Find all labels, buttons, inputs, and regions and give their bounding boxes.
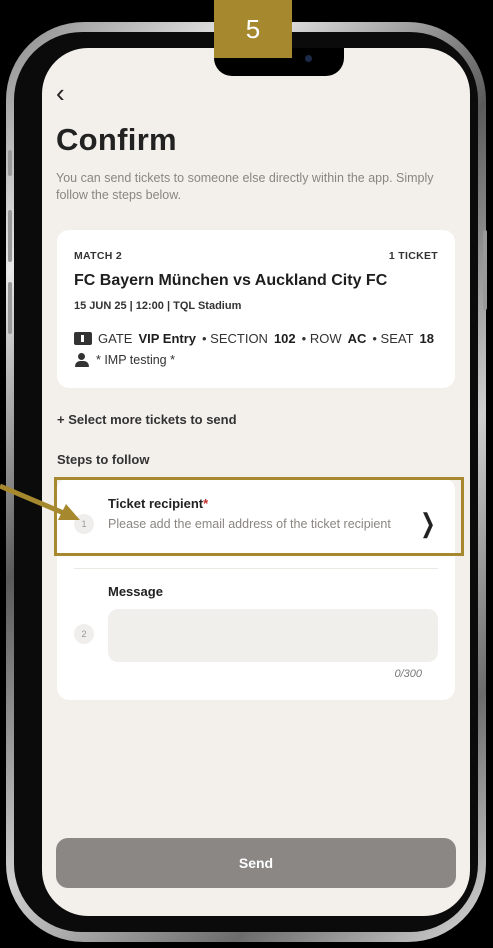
- seat-details: GATE VIP Entry • SECTION 102 • ROW AC • …: [74, 331, 434, 346]
- holder-name: * IMP testing *: [96, 353, 175, 367]
- ticket-count: 1 TICKET: [388, 250, 438, 262]
- steps-heading: Steps to follow: [57, 452, 150, 467]
- send-button[interactable]: Send: [56, 838, 456, 888]
- ticket-icon: [74, 332, 92, 345]
- gate-label: GATE: [98, 331, 133, 346]
- ticket-holder: * IMP testing *: [74, 353, 175, 367]
- phone-side-button: [8, 282, 12, 334]
- page-title: Confirm: [56, 122, 177, 157]
- message-char-count: 0/300: [394, 668, 422, 680]
- back-chevron-icon[interactable]: ‹: [56, 78, 65, 109]
- page-subtitle: You can send tickets to someone else dir…: [56, 171, 434, 202]
- match-title: FC Bayern München vs Auckland City FC: [74, 272, 388, 289]
- pointer-arrow-icon: [0, 483, 80, 520]
- section-label: • SECTION: [202, 331, 268, 346]
- message-label: Message: [108, 584, 163, 599]
- seat-value: 18: [419, 331, 434, 346]
- row-value: AC: [347, 331, 367, 346]
- match-label: MATCH 2: [74, 250, 122, 262]
- camera-icon: [305, 55, 312, 62]
- ticket-card: MATCH 2 1 TICKET FC Bayern München vs Au…: [57, 230, 455, 388]
- phone-side-button: [483, 230, 487, 310]
- person-icon: [74, 353, 90, 367]
- gate-value: VIP Entry: [138, 331, 196, 346]
- step-number-badge: 5: [214, 0, 292, 58]
- match-date-venue: 15 JUN 25 | 12:00 | TQL Stadium: [74, 300, 242, 312]
- section-value: 102: [273, 331, 296, 346]
- seat-label: • SEAT: [372, 331, 414, 346]
- phone-side-button: [8, 150, 12, 176]
- highlight-box: [54, 477, 464, 556]
- select-more-tickets-link[interactable]: + Select more tickets to send: [57, 412, 237, 427]
- message-input[interactable]: [108, 609, 438, 662]
- row-label: • ROW: [301, 331, 342, 346]
- phone-side-button: [8, 210, 12, 262]
- divider: [74, 568, 438, 569]
- step-number-2: 2: [74, 624, 94, 644]
